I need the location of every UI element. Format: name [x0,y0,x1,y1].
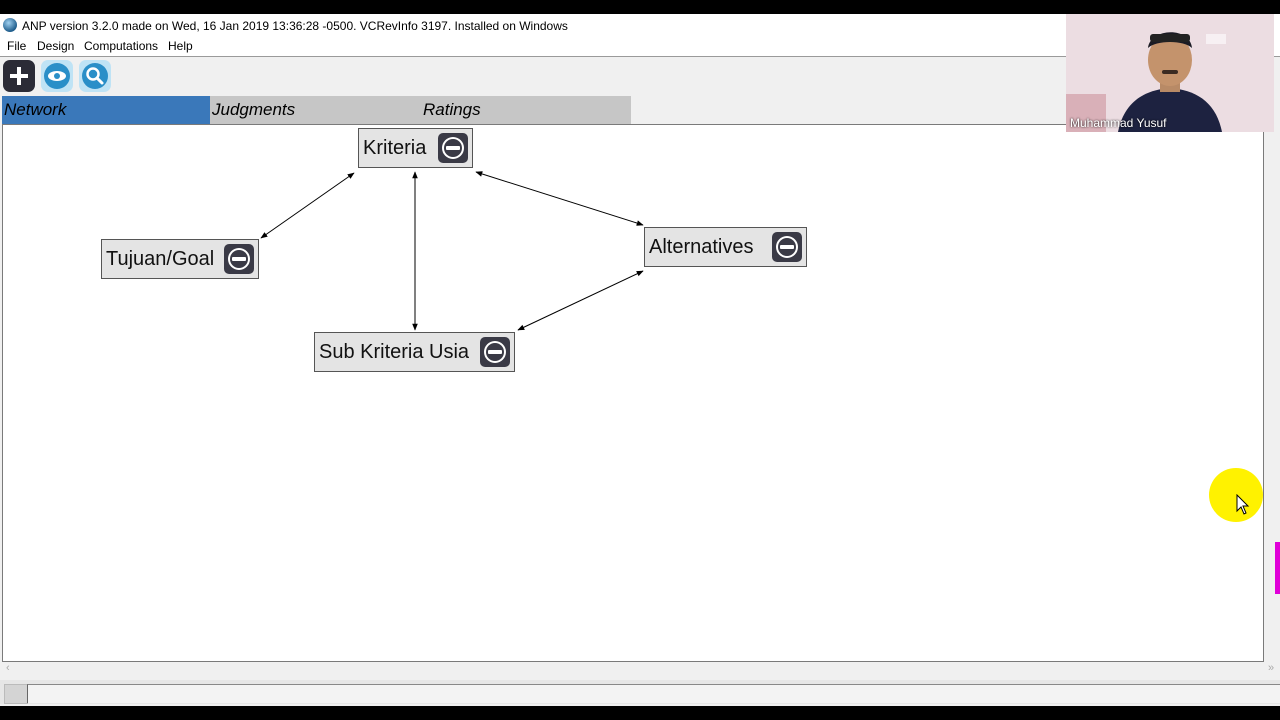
node-label: Tujuan/Goal [106,247,215,270]
app-globe-icon [3,18,17,32]
menu-file[interactable]: File [7,39,26,53]
scroll-right-icon[interactable]: » [1268,662,1274,674]
participant-video [1066,14,1274,132]
edge-marker [1275,542,1280,594]
status-field [27,684,1280,703]
menu-computations[interactable]: Computations [84,39,158,53]
horizontal-scrollbar[interactable]: ‹ » [0,662,1280,676]
video-call-overlay: Muhammad Yusuf [1066,14,1274,132]
menu-help[interactable]: Help [168,39,193,53]
collapse-minus-icon[interactable] [772,232,802,262]
status-bar [0,680,1280,704]
eye-icon[interactable] [40,59,74,93]
tab-ratings[interactable]: Ratings [421,96,631,124]
node-kriteria[interactable]: Kriteria [358,128,473,168]
tab-network[interactable]: Network [2,96,210,124]
collapse-minus-icon[interactable] [438,133,468,163]
link-kriteria-alternatives[interactable] [475,171,644,226]
magnifier-icon[interactable] [78,59,112,93]
node-label: Alternatives [649,235,754,258]
node-label: Sub Kriteria Usia [319,340,470,363]
scroll-left-icon[interactable]: ‹ [6,662,10,674]
plus-icon[interactable] [2,59,36,93]
menu-design[interactable]: Design [37,39,74,53]
collapse-minus-icon[interactable] [480,337,510,367]
network-canvas[interactable]: Kriteria Tujuan/Goal Alternatives Sub Kr… [2,124,1264,662]
collapse-minus-icon[interactable] [224,244,254,274]
network-links [260,171,644,331]
node-label: Kriteria [363,136,427,159]
window-title: ANP version 3.2.0 made on Wed, 16 Jan 20… [22,19,568,33]
node-alternatives[interactable]: Alternatives [644,227,807,267]
participant-name: Muhammad Yusuf [1070,116,1167,130]
status-indicator [4,684,28,704]
mouse-pointer-icon [1236,494,1250,515]
tab-judgments[interactable]: Judgments [210,96,421,124]
link-kriteria-tujuan-goal[interactable] [260,172,355,239]
view-tabs: Network Judgments Ratings [2,96,632,124]
link-alternatives-sub-kriteria-usia[interactable] [517,270,644,331]
node-tujuan-goal[interactable]: Tujuan/Goal [101,239,259,279]
node-sub-kriteria-usia[interactable]: Sub Kriteria Usia [314,332,515,372]
screen: ANP version 3.2.0 made on Wed, 16 Jan 20… [0,14,1280,706]
